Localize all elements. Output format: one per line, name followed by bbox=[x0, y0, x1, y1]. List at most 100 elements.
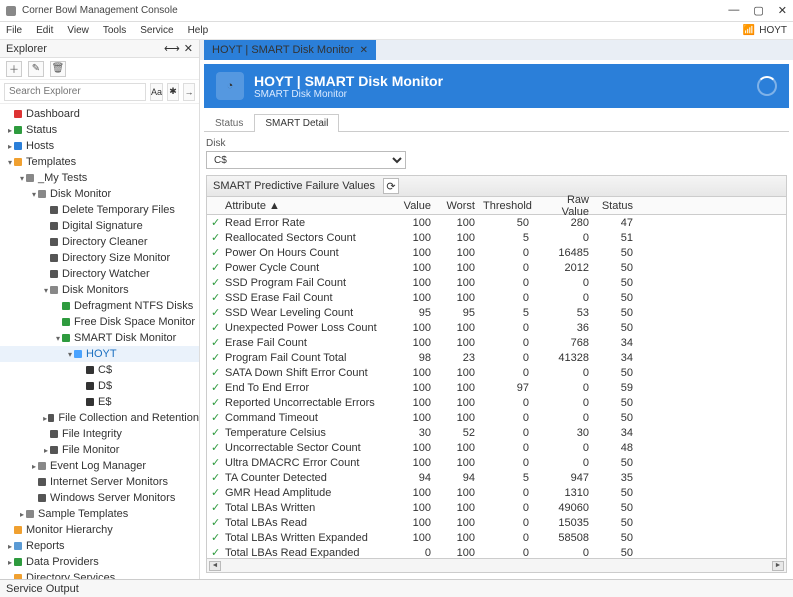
col-status[interactable]: Status bbox=[593, 200, 637, 212]
tree-node[interactable]: ▸File Monitor bbox=[0, 442, 199, 458]
caret-right-icon[interactable]: ▸ bbox=[6, 558, 14, 567]
tree-node[interactable]: ▸Data Providers bbox=[0, 554, 199, 570]
scroll-right-icon[interactable]: ► bbox=[772, 561, 784, 571]
tree-node[interactable]: ▸Reports bbox=[0, 538, 199, 554]
table-row[interactable]: ✓Command Timeout1001000050 bbox=[207, 410, 786, 425]
table-row[interactable]: ✓GMR Head Amplitude1001000131050 bbox=[207, 485, 786, 500]
tree-node[interactable]: Directory Size Monitor bbox=[0, 250, 199, 266]
explorer-edit-button[interactable]: ✎ bbox=[28, 61, 44, 77]
tree-node[interactable]: D$ bbox=[0, 378, 199, 394]
tree-node[interactable]: ▾Templates bbox=[0, 154, 199, 170]
horizontal-scrollbar[interactable]: ◄ ► bbox=[206, 559, 787, 573]
tree-node[interactable]: C$ bbox=[0, 362, 199, 378]
col-value[interactable]: Value bbox=[391, 200, 435, 212]
caret-right-icon[interactable]: ▸ bbox=[6, 542, 14, 551]
table-row[interactable]: ✓Ultra DMACRC Error Count1001000050 bbox=[207, 455, 786, 470]
tree-node[interactable]: ▸File Collection and Retention bbox=[0, 410, 199, 426]
caret-right-icon[interactable]: ▸ bbox=[30, 462, 38, 471]
caret-right-icon[interactable]: ▸ bbox=[18, 510, 26, 519]
table-row[interactable]: ✓SATA Down Shift Error Count1001000050 bbox=[207, 365, 786, 380]
tree-node[interactable]: Digital Signature bbox=[0, 218, 199, 234]
caret-right-icon[interactable]: ▸ bbox=[6, 126, 14, 135]
tree-node[interactable]: ▸Hosts bbox=[0, 138, 199, 154]
table-row[interactable]: ✓Total LBAs Read Expanded01000050 bbox=[207, 545, 786, 559]
table-row[interactable]: ✓Total LBAs Read10010001503550 bbox=[207, 515, 786, 530]
caret-down-icon[interactable]: ▾ bbox=[6, 158, 14, 167]
menu-help[interactable]: Help bbox=[188, 25, 209, 36]
col-worst[interactable]: Worst bbox=[435, 200, 479, 212]
menu-edit[interactable]: Edit bbox=[36, 25, 53, 36]
tree-node[interactable]: Windows Server Monitors bbox=[0, 490, 199, 506]
explorer-search-input[interactable] bbox=[4, 83, 146, 101]
table-row[interactable]: ✓Total LBAs Written Expanded100100058508… bbox=[207, 530, 786, 545]
tab-smart-detail[interactable]: SMART Detail bbox=[254, 114, 339, 132]
col-attribute[interactable]: Attribute ▲ bbox=[221, 200, 391, 212]
search-go-button[interactable]: → bbox=[183, 83, 195, 101]
tab-status[interactable]: Status bbox=[204, 114, 254, 132]
smart-grid[interactable]: ✓Read Error Rate1001005028047✓Reallocate… bbox=[206, 215, 787, 559]
close-button[interactable]: ✕ bbox=[778, 4, 787, 17]
tree-node[interactable]: Monitor Hierarchy bbox=[0, 522, 199, 538]
tree-node[interactable]: ▸Status bbox=[0, 122, 199, 138]
tree-node[interactable]: E$ bbox=[0, 394, 199, 410]
minimize-button[interactable]: — bbox=[728, 4, 739, 17]
table-row[interactable]: ✓Erase Fail Count100100076834 bbox=[207, 335, 786, 350]
menu-view[interactable]: View bbox=[67, 25, 89, 36]
tree-node[interactable]: Directory Cleaner bbox=[0, 234, 199, 250]
col-threshold[interactable]: Threshold bbox=[479, 200, 533, 212]
table-row[interactable]: ✓Total LBAs Written10010004906050 bbox=[207, 500, 786, 515]
scroll-left-icon[interactable]: ◄ bbox=[209, 561, 221, 571]
tree-node[interactable]: Defragment NTFS Disks bbox=[0, 298, 199, 314]
tree-node[interactable]: ▾Disk Monitor bbox=[0, 186, 199, 202]
tree-node[interactable]: ▾HOYT bbox=[0, 346, 199, 362]
table-row[interactable]: ✓Program Fail Count Total982304132834 bbox=[207, 350, 786, 365]
menu-file[interactable]: File bbox=[6, 25, 22, 36]
caret-down-icon[interactable]: ▾ bbox=[30, 190, 38, 199]
caret-down-icon[interactable]: ▾ bbox=[18, 174, 26, 183]
explorer-tree[interactable]: Dashboard▸Status▸Hosts▾Templates▾_My Tes… bbox=[0, 104, 199, 579]
tree-node[interactable]: Free Disk Space Monitor bbox=[0, 314, 199, 330]
menu-service[interactable]: Service bbox=[140, 25, 173, 36]
table-row[interactable]: ✓SSD Program Fail Count1001000050 bbox=[207, 275, 786, 290]
table-row[interactable]: ✓End To End Error10010097059 bbox=[207, 380, 786, 395]
tree-node[interactable]: ▾Disk Monitors bbox=[0, 282, 199, 298]
table-row[interactable]: ✓Unexpected Power Loss Count10010003650 bbox=[207, 320, 786, 335]
caret-right-icon[interactable]: ▸ bbox=[6, 142, 14, 151]
tree-node[interactable]: Directory Watcher bbox=[0, 266, 199, 282]
caret-down-icon[interactable]: ▾ bbox=[66, 350, 74, 359]
wildcard-toggle[interactable]: ✱ bbox=[167, 83, 179, 101]
tree-node[interactable]: ▾SMART Disk Monitor bbox=[0, 330, 199, 346]
table-row[interactable]: ✓Temperature Celsius305203034 bbox=[207, 425, 786, 440]
tree-node[interactable]: ▸Sample Templates bbox=[0, 506, 199, 522]
table-row[interactable]: ✓SSD Wear Leveling Count959555350 bbox=[207, 305, 786, 320]
explorer-add-button[interactable]: ＋ bbox=[6, 61, 22, 77]
case-sensitive-toggle[interactable]: Aa bbox=[150, 83, 163, 101]
caret-down-icon[interactable]: ▾ bbox=[54, 334, 62, 343]
table-row[interactable]: ✓Power Cycle Count1001000201250 bbox=[207, 260, 786, 275]
tree-node[interactable]: Directory Services bbox=[0, 570, 199, 579]
table-row[interactable]: ✓TA Counter Detected9494594735 bbox=[207, 470, 786, 485]
tree-node[interactable]: Delete Temporary Files bbox=[0, 202, 199, 218]
table-row[interactable]: ✓Uncorrectable Sector Count1001000048 bbox=[207, 440, 786, 455]
table-row[interactable]: ✓Reported Uncorrectable Errors1001000050 bbox=[207, 395, 786, 410]
disk-select[interactable]: C$ bbox=[206, 151, 406, 169]
explorer-pin-icon[interactable]: ⟷ bbox=[164, 42, 180, 55]
col-raw-value[interactable]: Raw Value bbox=[533, 194, 593, 218]
tree-node[interactable]: File Integrity bbox=[0, 426, 199, 442]
refresh-button[interactable]: ⟳ bbox=[383, 178, 399, 194]
table-row[interactable]: ✓SSD Erase Fail Count1001000050 bbox=[207, 290, 786, 305]
table-row[interactable]: ✓Reallocated Sectors Count1001005051 bbox=[207, 230, 786, 245]
document-tab[interactable]: HOYT | SMART Disk Monitor ✕ bbox=[204, 40, 376, 60]
menu-tools[interactable]: Tools bbox=[103, 25, 126, 36]
tree-node[interactable]: Dashboard bbox=[0, 106, 199, 122]
maximize-button[interactable]: ▢ bbox=[753, 4, 763, 17]
explorer-delete-button[interactable]: 🗑 bbox=[50, 61, 66, 77]
table-row[interactable]: ✓Read Error Rate1001005028047 bbox=[207, 215, 786, 230]
tree-node[interactable]: Internet Server Monitors bbox=[0, 474, 199, 490]
explorer-close-icon[interactable]: ✕ bbox=[184, 42, 193, 55]
document-tab-close-icon[interactable]: ✕ bbox=[360, 45, 368, 56]
tree-node[interactable]: ▸Event Log Manager bbox=[0, 458, 199, 474]
tree-node[interactable]: ▾_My Tests bbox=[0, 170, 199, 186]
caret-down-icon[interactable]: ▾ bbox=[42, 286, 50, 295]
caret-right-icon[interactable]: ▸ bbox=[42, 446, 50, 455]
